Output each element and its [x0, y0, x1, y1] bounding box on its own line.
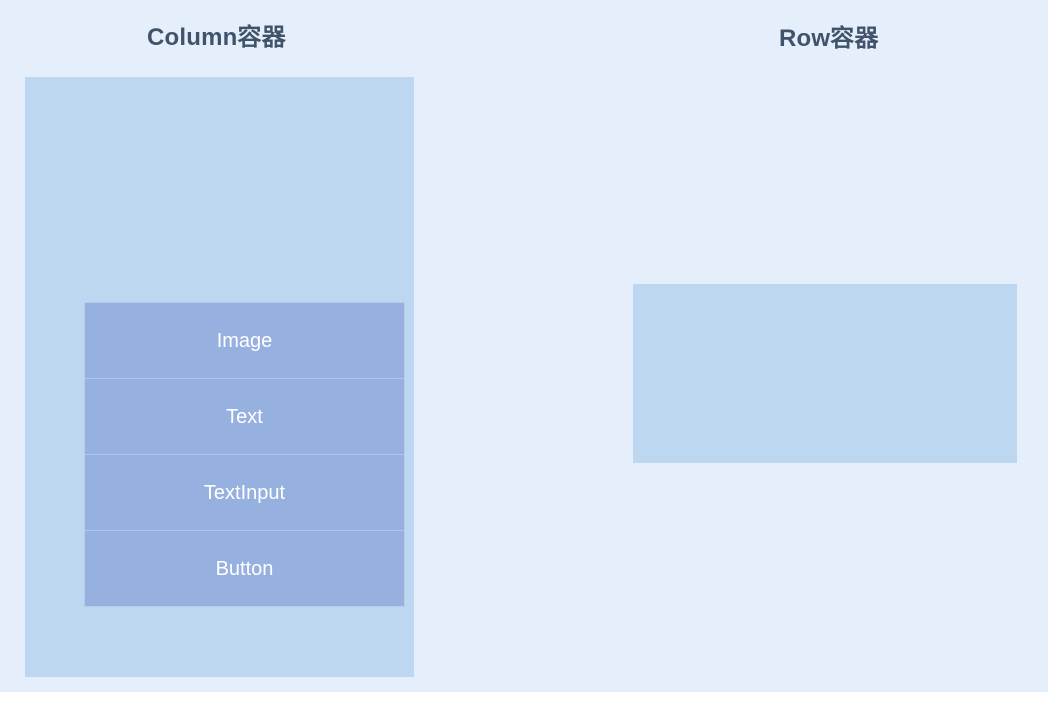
column-panel-title: Column容器 — [147, 24, 286, 51]
column-item-text[interactable]: Text — [85, 379, 404, 455]
bottom-strip — [0, 692, 1048, 703]
column-item-image-label: Image — [216, 329, 273, 352]
column-item-text-label: Text — [226, 405, 263, 428]
column-item-button[interactable]: Button — [85, 531, 404, 606]
column-item-button-label: Button — [215, 557, 274, 580]
column-item-textinput[interactable]: TextInput — [85, 455, 404, 531]
column-item-image[interactable]: Image — [85, 303, 404, 379]
column-stack: Image Text TextInput Button — [84, 302, 405, 607]
column-item-textinput-label: TextInput — [203, 481, 286, 504]
page-canvas: Column容器 Image Text TextInput Button Row… — [0, 0, 1048, 692]
row-container: Image Text Button — [633, 284, 1017, 463]
row-panel-title: Row容器 — [779, 25, 879, 52]
column-container: Image Text TextInput Button — [25, 77, 414, 677]
